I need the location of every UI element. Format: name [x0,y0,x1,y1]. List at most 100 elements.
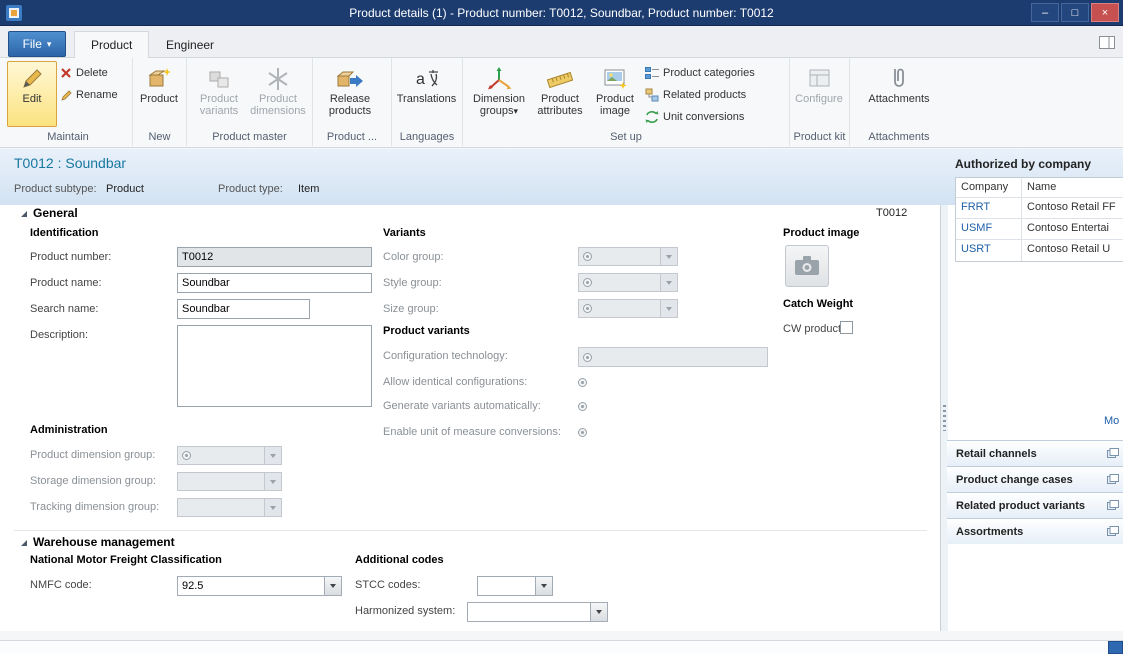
configure-button[interactable]: Configure [793,61,845,127]
svg-text:a: a [416,71,425,88]
ribbon-group-new: Product New [133,58,187,146]
search-name-label: Search name: [30,303,98,315]
lookup-icon [583,278,592,287]
product-type-label: Product type: [218,183,283,195]
factbox-product-change-cases[interactable]: Product change cases [947,466,1123,492]
product-categories-label: Product categories [663,67,755,79]
section-warehouse-header[interactable]: Warehouse management [33,535,175,549]
product-name-field[interactable] [177,273,372,293]
more-link[interactable]: Mo [1104,415,1123,427]
expand-panes-icon[interactable] [1107,500,1119,511]
search-name-field[interactable] [177,299,310,319]
tracking-dimension-group-combo[interactable] [177,498,282,517]
nmfc-code-label: NMFC code: [30,579,92,591]
product-number-field[interactable] [177,247,372,267]
tab-engineer[interactable]: Engineer [150,31,230,58]
dimension-groups-button[interactable]: Dimension groups▾ [466,61,532,127]
product-image-label: Product image [589,93,641,117]
enable-uom-conversions-indicator [578,428,587,437]
product-variants-button[interactable]: Product variants [190,61,248,127]
expand-panes-icon[interactable] [1107,448,1119,459]
variants-header: Variants [383,227,426,239]
column-header-name[interactable]: Name [1022,178,1123,197]
pane-splitter[interactable] [941,205,948,631]
identification-header: Identification [30,227,98,239]
company-cell[interactable]: USMF [956,219,1022,239]
table-row[interactable]: USMF Contoso Entertai [956,219,1123,240]
storage-dimension-group-combo[interactable] [177,472,282,491]
section-general-header[interactable]: General [33,206,78,220]
tab-product[interactable]: Product [74,31,149,58]
lookup-icon [182,451,191,460]
release-products-label: Release products [317,93,383,117]
group-label-attachments: Attachments [850,131,948,143]
factbox-retail-channels[interactable]: Retail channels [947,440,1123,466]
catch-weight-header: Catch Weight [783,298,853,310]
dropdown-icon [264,473,281,490]
factbox-assortments[interactable]: Assortments [947,518,1123,544]
harmonized-system-combo[interactable] [467,602,608,622]
close-button[interactable]: × [1091,3,1119,22]
nmfc-code-combo[interactable]: 92.5 [177,576,342,596]
dropdown-icon [535,577,552,595]
product-image-placeholder[interactable] [785,245,829,287]
generate-variants-automatically-label: Generate variants automatically: [383,400,541,412]
ribbon-group-attachments: Attachments Attachments [850,58,948,146]
maximize-button[interactable]: □ [1061,3,1089,22]
new-product-button[interactable]: Product [136,61,182,127]
dropdown-icon [264,499,281,516]
cw-product-label: CW product: [783,323,844,335]
dropdown-icon [660,300,677,317]
group-label-maintain: Maintain [4,131,132,143]
product-categories-button[interactable]: Product categories [642,63,758,82]
rename-button[interactable]: Rename [57,85,121,104]
cw-product-checkbox[interactable] [840,321,853,334]
warehouse-collapse-icon[interactable] [20,539,28,547]
factbox-authorized-title[interactable]: Authorized by company [955,157,1091,171]
product-dimension-group-label: Product dimension group: [30,449,155,461]
file-menu-button[interactable]: File ▾ [8,31,66,57]
status-grip[interactable] [1108,641,1123,654]
product-variants-icon [206,65,232,91]
expand-panes-icon[interactable] [1107,474,1119,485]
product-name-label: Product name: [30,277,102,289]
company-cell[interactable]: FRRT [956,198,1022,218]
product-dimension-group-combo[interactable] [177,446,282,465]
column-header-company[interactable]: Company [956,178,1022,197]
company-cell[interactable]: USRT [956,240,1022,261]
administration-header: Administration [30,424,108,436]
edit-button[interactable]: Edit [7,61,57,127]
color-group-combo[interactable] [578,247,678,266]
dropdown-icon [264,447,281,464]
description-field[interactable] [177,325,372,407]
style-group-combo[interactable] [578,273,678,292]
translations-button[interactable]: a Translations [395,61,458,127]
related-products-button[interactable]: Related products [642,85,758,104]
window-layout-icon[interactable] [1099,36,1115,49]
dimension-groups-dropdown-icon: ▾ [514,107,519,116]
table-header-row: Company Name [956,178,1123,198]
factbox-related-product-variants[interactable]: Related product variants [947,492,1123,518]
minimize-button[interactable]: – [1031,3,1059,22]
unit-conversions-button[interactable]: Unit conversions [642,107,758,126]
product-dimensions-button[interactable]: Product dimensions [248,61,308,127]
product-image-button[interactable]: Product image [588,61,642,127]
expand-panes-icon[interactable] [1107,526,1119,537]
product-dimensions-label: Product dimensions [249,93,307,117]
edit-label: Edit [23,93,42,105]
ribbon-group-languages: a Translations Languages [392,58,463,146]
size-group-combo[interactable] [578,299,678,318]
dropdown-icon [660,274,677,291]
configuration-technology-field[interactable] [578,347,768,367]
delete-button[interactable]: Delete [57,63,121,82]
release-products-button[interactable]: Release products [316,61,384,127]
stcc-codes-combo[interactable] [477,576,553,596]
ribbon-group-product-auth: Release products Product ... [313,58,392,146]
table-row[interactable]: FRRT Contoso Retail FF [956,198,1123,219]
product-attributes-button[interactable]: Product attributes [532,61,588,127]
table-row[interactable]: USRT Contoso Retail U [956,240,1123,261]
configure-label: Configure [795,93,843,105]
titlebar: Product details (1) - Product number: T0… [0,0,1123,26]
attachments-button[interactable]: Attachments [862,61,936,127]
general-collapse-icon[interactable] [20,210,28,218]
